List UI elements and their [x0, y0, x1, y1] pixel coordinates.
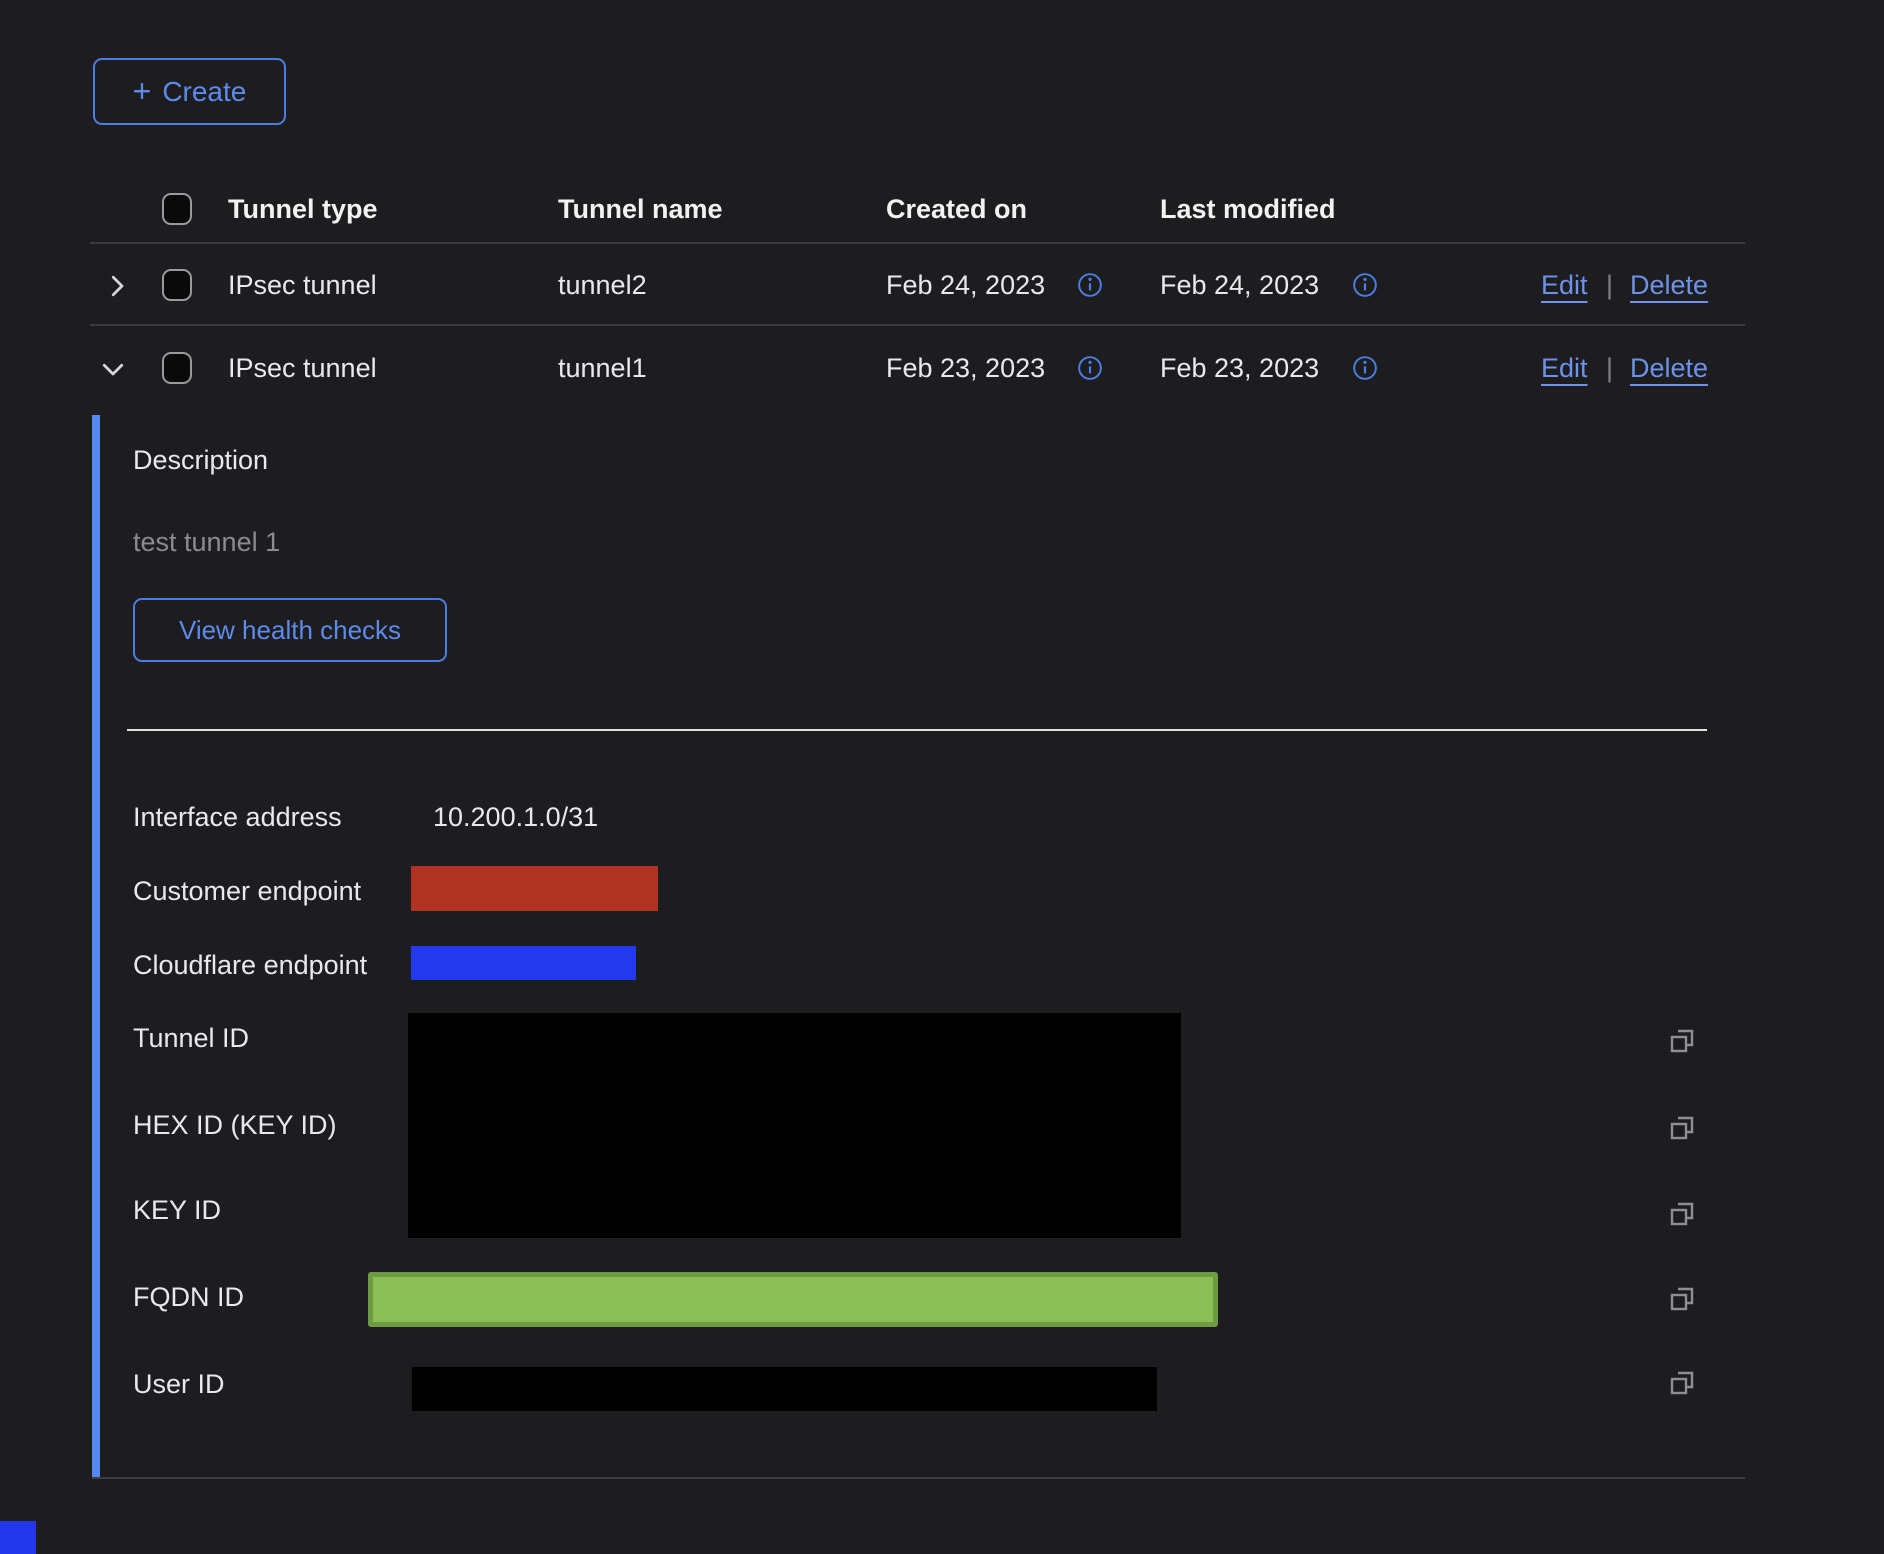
description-value: test tunnel 1	[133, 526, 280, 558]
column-header-tunnel-type: Tunnel type	[228, 193, 378, 225]
corner-marker	[0, 1521, 36, 1554]
hex-id-label: HEX ID (KEY ID)	[133, 1109, 337, 1141]
action-separator: |	[1606, 269, 1613, 301]
cell-tunnel-name: tunnel1	[558, 352, 647, 384]
ids-redacted-value	[408, 1013, 1181, 1238]
user-id-label: User ID	[133, 1368, 225, 1400]
cell-tunnel-type: IPsec tunnel	[228, 269, 377, 301]
select-all-checkbox[interactable]	[162, 193, 192, 225]
cloudflare-endpoint-label: Cloudflare endpoint	[133, 949, 367, 981]
info-icon[interactable]	[1077, 355, 1103, 381]
copy-key-id-button[interactable]	[1666, 1198, 1698, 1230]
cell-last-modified: Feb 23, 2023	[1160, 352, 1319, 384]
chevron-right-icon[interactable]	[102, 271, 132, 301]
description-label: Description	[133, 444, 268, 476]
copy-icon	[1666, 1025, 1698, 1057]
fqdn-id-redacted-value	[368, 1272, 1218, 1327]
cell-tunnel-name: tunnel2	[558, 269, 647, 301]
customer-endpoint-label: Customer endpoint	[133, 875, 361, 907]
row-divider	[90, 324, 1745, 326]
customer-endpoint-redacted-value	[411, 866, 658, 911]
edit-link-tunnel2[interactable]: Edit	[1541, 269, 1588, 301]
info-icon[interactable]	[1077, 272, 1103, 298]
interface-address-value: 10.200.1.0/31	[433, 801, 598, 833]
create-button-label: Create	[162, 76, 246, 108]
create-button[interactable]: + Create	[93, 58, 286, 125]
copy-icon	[1666, 1283, 1698, 1315]
copy-fqdn-id-button[interactable]	[1666, 1283, 1698, 1315]
copy-user-id-button[interactable]	[1666, 1367, 1698, 1399]
ipsec-tunnels-page: + Create Tunnel type Tunnel name Created…	[0, 0, 1884, 1554]
column-header-tunnel-name: Tunnel name	[558, 193, 723, 225]
plus-icon: +	[133, 76, 152, 106]
view-health-checks-label: View health checks	[179, 615, 401, 646]
delete-link-tunnel2[interactable]: Delete	[1630, 269, 1708, 301]
cloudflare-endpoint-redacted-value	[411, 946, 636, 980]
info-icon[interactable]	[1352, 355, 1378, 381]
fqdn-id-label: FQDN ID	[133, 1281, 244, 1313]
chevron-down-icon[interactable]	[98, 354, 128, 384]
copy-icon	[1666, 1112, 1698, 1144]
panel-bottom-divider	[92, 1477, 1745, 1479]
user-id-redacted-value	[412, 1367, 1157, 1411]
cell-created-on: Feb 24, 2023	[886, 269, 1045, 301]
column-header-created-on: Created on	[886, 193, 1027, 225]
key-id-label: KEY ID	[133, 1194, 221, 1226]
cell-created-on: Feb 23, 2023	[886, 352, 1045, 384]
cell-tunnel-type: IPsec tunnel	[228, 352, 377, 384]
header-divider	[90, 242, 1745, 244]
panel-divider	[127, 729, 1707, 731]
copy-icon	[1666, 1198, 1698, 1230]
column-header-last-modified: Last modified	[1160, 193, 1336, 225]
cell-last-modified: Feb 24, 2023	[1160, 269, 1319, 301]
edit-link-tunnel1[interactable]: Edit	[1541, 352, 1588, 384]
copy-icon	[1666, 1367, 1698, 1399]
row-checkbox-tunnel1[interactable]	[162, 352, 192, 384]
expanded-row-indicator-bar	[92, 415, 100, 1478]
info-icon[interactable]	[1352, 272, 1378, 298]
copy-hex-id-button[interactable]	[1666, 1112, 1698, 1144]
tunnel-id-label: Tunnel ID	[133, 1022, 249, 1054]
delete-link-tunnel1[interactable]: Delete	[1630, 352, 1708, 384]
interface-address-label: Interface address	[133, 801, 342, 833]
action-separator: |	[1606, 352, 1613, 384]
copy-tunnel-id-button[interactable]	[1666, 1025, 1698, 1057]
view-health-checks-button[interactable]: View health checks	[133, 598, 447, 662]
row-checkbox-tunnel2[interactable]	[162, 269, 192, 301]
